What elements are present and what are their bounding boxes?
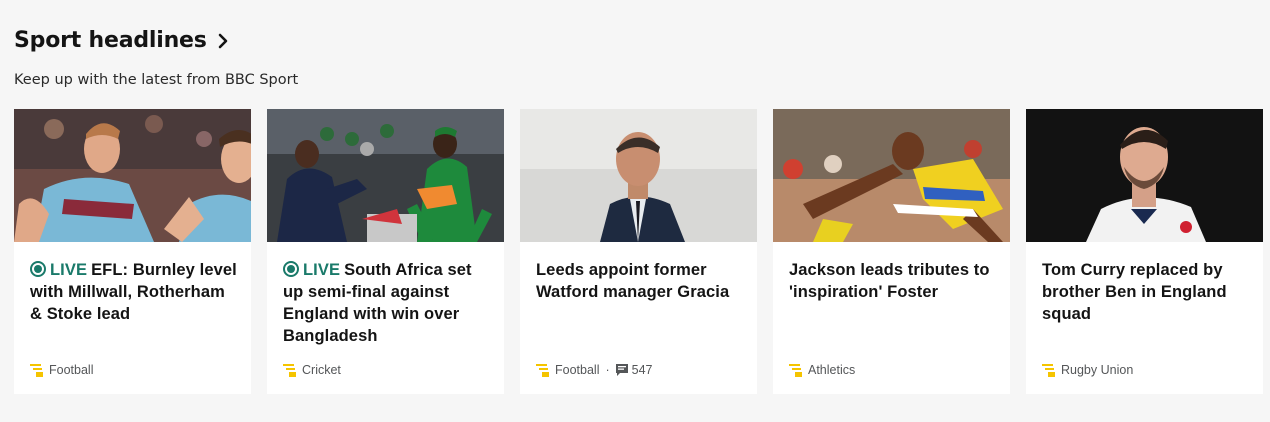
headline-card[interactable]: Leeds appoint former Watford manager Gra… bbox=[520, 109, 757, 394]
topic-tag-icon bbox=[789, 364, 802, 377]
card-headline[interactable]: LIVE EFL: Burnley level with Millwall, Ro… bbox=[30, 259, 239, 325]
card-headline[interactable]: Jackson leads tributes to 'inspiration' … bbox=[789, 259, 998, 303]
live-label: LIVE bbox=[50, 261, 88, 279]
topic-label[interactable]: Rugby Union bbox=[1061, 363, 1133, 377]
card-meta: Athletics bbox=[789, 363, 855, 377]
topic-tag-icon bbox=[536, 364, 549, 377]
card-image-burnley-players[interactable] bbox=[14, 109, 251, 242]
headline-card[interactable]: LIVE EFL: Burnley level with Millwall, Ro… bbox=[14, 109, 251, 394]
sport-headlines-section: Sport headlines Keep up with the latest … bbox=[0, 0, 1270, 422]
card-body: LIVE EFL: Burnley level with Millwall, Ro… bbox=[14, 242, 251, 394]
card-body: Tom Curry replaced by brother Ben in Eng… bbox=[1026, 242, 1263, 394]
card-image-south-africa-players[interactable] bbox=[267, 109, 504, 242]
card-meta: Football · 547 bbox=[536, 363, 653, 377]
topic-tag-icon bbox=[283, 364, 296, 377]
headline-text: Tom Curry replaced by brother Ben in Eng… bbox=[1042, 261, 1227, 323]
card-headline[interactable]: Leeds appoint former Watford manager Gra… bbox=[536, 259, 745, 303]
headline-text: Jackson leads tributes to 'inspiration' … bbox=[789, 261, 990, 301]
card-meta: Rugby Union bbox=[1042, 363, 1133, 377]
headline-card[interactable]: LIVE South Africa set up semi-final again… bbox=[267, 109, 504, 394]
topic-label[interactable]: Football bbox=[49, 363, 93, 377]
comment-bubble-icon bbox=[615, 364, 628, 376]
topic-label[interactable]: Athletics bbox=[808, 363, 855, 377]
card-headline[interactable]: Tom Curry replaced by brother Ben in Eng… bbox=[1042, 259, 1251, 325]
chevron-right-icon bbox=[218, 33, 227, 48]
topic-tag-icon bbox=[1042, 364, 1055, 377]
card-meta: Cricket bbox=[283, 363, 341, 377]
topic-tag-icon bbox=[30, 364, 43, 377]
comment-count[interactable]: 547 bbox=[632, 363, 653, 377]
topic-label[interactable]: Cricket bbox=[302, 363, 341, 377]
headline-card[interactable]: Jackson leads tributes to 'inspiration' … bbox=[773, 109, 1010, 394]
card-image-rugby-player[interactable] bbox=[1026, 109, 1263, 242]
section-title: Sport headlines bbox=[14, 28, 207, 53]
card-headline[interactable]: LIVE South Africa set up semi-final again… bbox=[283, 259, 492, 347]
section-subtitle: Keep up with the latest from BBC Sport bbox=[14, 72, 299, 88]
headline-card[interactable]: Tom Curry replaced by brother Ben in Eng… bbox=[1026, 109, 1263, 394]
topic-label[interactable]: Football bbox=[555, 363, 599, 377]
live-dot-icon bbox=[283, 261, 299, 277]
card-image-hurdler[interactable] bbox=[773, 109, 1010, 242]
live-dot-icon bbox=[30, 261, 46, 277]
card-body: LIVE South Africa set up semi-final again… bbox=[267, 242, 504, 394]
card-image-manager-in-suit[interactable] bbox=[520, 109, 757, 242]
card-meta: Football bbox=[30, 363, 93, 377]
headline-text: Leeds appoint former Watford manager Gra… bbox=[536, 261, 730, 301]
live-label: LIVE bbox=[303, 261, 341, 279]
card-body: Leeds appoint former Watford manager Gra… bbox=[520, 242, 757, 394]
meta-separator: · bbox=[605, 363, 610, 377]
card-body: Jackson leads tributes to 'inspiration' … bbox=[773, 242, 1010, 394]
headline-cards: LIVE EFL: Burnley level with Millwall, Ro… bbox=[14, 109, 1263, 394]
section-header-link[interactable]: Sport headlines bbox=[14, 28, 229, 53]
